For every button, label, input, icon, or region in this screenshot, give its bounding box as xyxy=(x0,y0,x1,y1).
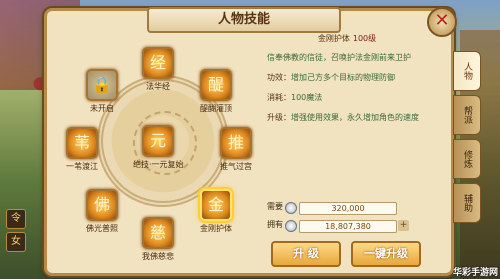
side-tabs: 人物 帮派 修炼 辅助 xyxy=(453,51,481,227)
detail-skill-level: 100级 xyxy=(352,34,377,43)
skill-name: 法华经 xyxy=(146,82,170,91)
skill-icon: 慈 xyxy=(142,217,174,249)
skill-name: 佛光普照 xyxy=(86,224,118,233)
skill-node-fahuajing[interactable]: 经 法华经 xyxy=(133,47,183,92)
one-click-upgrade-button[interactable]: 一键升级 xyxy=(351,241,421,267)
effect-label: 功效： xyxy=(267,73,291,82)
skill-name: 醍醐灌顶 xyxy=(200,104,232,113)
detail-skill-name: 金刚护体 xyxy=(317,34,350,43)
skill-detail-panel: 金刚护体 100级 信奉佛教的信徒，召唤护法金刚前来卫护 功效：增加己方多个目标的… xyxy=(267,33,427,269)
skill-wheel-area: 经 法华经 🔒 未开启 醍 醍醐灌顶 苇 一苇渡江 元 绝技·一元复始 推 推气… xyxy=(51,29,261,267)
skill-icon: 苇 xyxy=(66,127,98,159)
tab-guild[interactable]: 帮派 xyxy=(453,95,481,135)
owned-label: 拥有 xyxy=(267,220,283,229)
skill-name: 一苇渡江 xyxy=(66,162,98,171)
silver-coin-icon xyxy=(285,220,297,232)
silver-coin-icon xyxy=(285,202,297,214)
skill-name: 推气过宫 xyxy=(220,162,252,171)
skill-node-yiweidujiang[interactable]: 苇 一苇渡江 xyxy=(57,127,107,172)
hud-icon-2[interactable]: 女 xyxy=(6,232,26,252)
skill-name: 我佛慈悲 xyxy=(142,252,174,261)
close-icon[interactable]: ✕ xyxy=(427,7,457,37)
detail-header: 金刚护体 100级 xyxy=(267,33,427,44)
skill-name: 金刚护体 xyxy=(200,224,232,233)
tab-character[interactable]: 人物 xyxy=(453,51,481,91)
upgrade-label: 升级： xyxy=(267,113,291,122)
detail-effect: 功效：增加己方多个目标的物理防御 xyxy=(267,72,427,84)
required-value: 320,000 xyxy=(299,202,397,215)
owned-value: 18,807,380 xyxy=(299,220,397,233)
skill-node-ultimate[interactable]: 元 绝技·一元复始 xyxy=(133,125,184,170)
skill-node-foguangpuzhao[interactable]: 佛 佛光普照 xyxy=(77,189,127,234)
hud-left: 令 女 xyxy=(6,209,42,269)
skill-node-tuiqiguogong[interactable]: 推 推气过宫 xyxy=(211,127,261,172)
upgrade-button[interactable]: 升 级 xyxy=(271,241,341,267)
skill-icon: 推 xyxy=(220,127,252,159)
skill-window: 人物技能 ✕ 经 法华经 🔒 未开启 醍 醍醐灌顶 苇 一苇渡江 元 绝技·一元… xyxy=(44,7,481,276)
lock-icon: 🔒 xyxy=(86,69,118,101)
cost-text: 100魔法 xyxy=(291,93,323,102)
cost-label: 消耗： xyxy=(267,93,291,102)
effect-text: 增加己方多个目标的物理防御 xyxy=(291,73,395,82)
skill-icon: 佛 xyxy=(86,189,118,221)
site-watermark: 华彩手游网 xyxy=(452,268,498,278)
skill-node-locked[interactable]: 🔒 未开启 xyxy=(77,69,127,114)
owned-row: 拥有 18,807,380 + xyxy=(267,219,412,233)
skill-node-jingang-selected[interactable]: 金 金刚护体 xyxy=(191,189,241,234)
required-row: 需要 320,000 xyxy=(267,201,412,215)
skill-name: 未开启 xyxy=(90,104,114,113)
required-label: 需要 xyxy=(267,202,283,211)
skill-icon: 醍 xyxy=(200,69,232,101)
skill-node-tihuguanding[interactable]: 醍 醍醐灌顶 xyxy=(191,69,241,114)
detail-description: 信奉佛教的信徒，召唤护法金刚前来卫护 xyxy=(267,53,411,62)
hud-icon-1[interactable]: 令 xyxy=(6,209,26,229)
upgrade-text: 增强使用效果，永久增加角色的速度 xyxy=(291,113,419,122)
add-currency-button[interactable]: + xyxy=(398,220,409,231)
skill-node-wofocibei[interactable]: 慈 我佛慈悲 xyxy=(133,217,183,262)
detail-cost: 消耗：100魔法 xyxy=(267,92,427,104)
skill-icon: 经 xyxy=(142,47,174,79)
tab-assist[interactable]: 辅助 xyxy=(453,183,481,223)
skill-icon: 金 xyxy=(200,189,232,221)
detail-upgrade: 升级：增强使用效果，永久增加角色的速度 xyxy=(267,112,427,124)
skill-name: 绝技·一元复始 xyxy=(133,160,184,169)
tab-cultivation[interactable]: 修炼 xyxy=(453,139,481,179)
skill-icon: 元 xyxy=(142,125,174,157)
